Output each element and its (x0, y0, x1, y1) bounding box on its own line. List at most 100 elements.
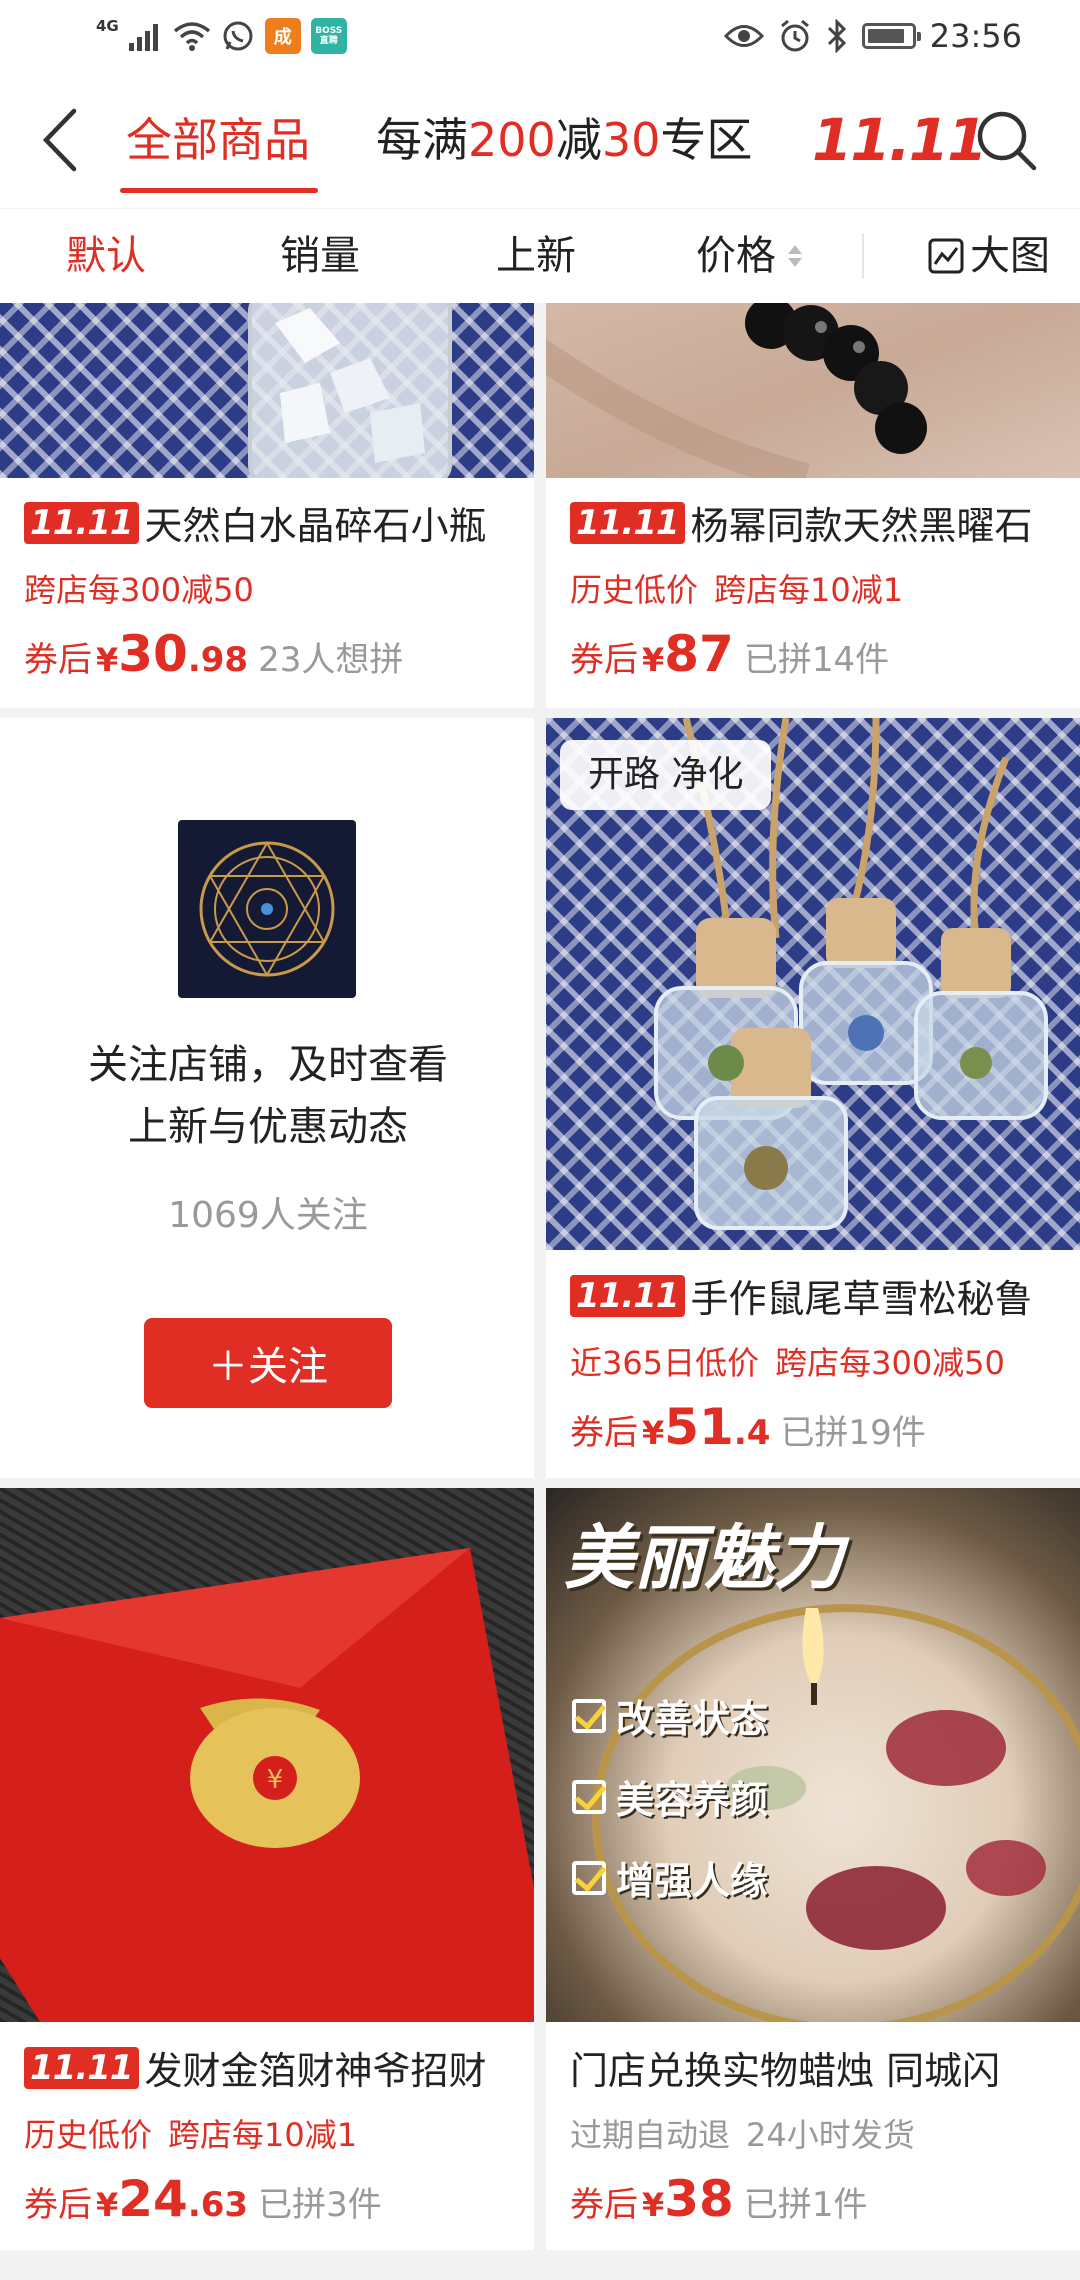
product-title-row: 11.11 发财金箔财神爷招财 (24, 2040, 487, 2095)
product-title-row: 11.11 手作鼠尾草雪松秘鲁 (570, 1268, 1033, 1323)
currency-symbol: ¥ (642, 641, 665, 679)
product-image (0, 303, 534, 478)
product-tag: 近365日低价 (570, 1344, 760, 1382)
product-tag: 跨店每10减1 (168, 2116, 358, 2154)
event-badge: 11.11 (570, 501, 685, 544)
event-1111-logo[interactable]: 11.11 (812, 102, 987, 178)
price-decimal: .98 (187, 640, 249, 680)
search-icon (977, 111, 1037, 171)
store-follower-count: 1069人关注 (168, 1195, 368, 1236)
back-button[interactable] (30, 102, 90, 178)
network-type-label: 4G (96, 17, 119, 35)
group-buy-note: 已拼3件 (258, 2185, 382, 2225)
product-price-row: 券后 ¥ 87 已拼14件 (570, 625, 889, 683)
group-buy-note: 已拼1件 (743, 2185, 868, 2225)
boss-app-icon: BOSS 直聘 (310, 18, 347, 54)
candle-check-label: 美容养颜 (616, 1778, 769, 1822)
tab-all-products[interactable]: 全部商品 (126, 104, 310, 176)
promo-mid: 减 (555, 113, 602, 167)
currency-symbol: ¥ (642, 1414, 665, 1452)
sort-new[interactable]: 上新 (496, 227, 576, 285)
product-tag: 过期自动退 (570, 2116, 731, 2154)
product-title: 杨幂同款天然黑曜石 (690, 504, 1033, 548)
battery-icon (861, 23, 921, 49)
zodiac-wheel-icon (199, 840, 335, 978)
store-follow-card: 关注店铺，及时查看 上新与优惠动态 1069人关注 ＋关注 (0, 718, 534, 1478)
price-prefix: 券后 (24, 640, 92, 680)
product-tags: 历史低价 跨店每10减1 (24, 2110, 357, 2156)
alarm-icon (780, 19, 809, 52)
status-left: 4G 成 BOSS 直聘 (96, 14, 347, 58)
sort-arrows-icon (788, 245, 802, 267)
group-buy-note: 23人想拼 (258, 640, 404, 680)
product-tag: 跨店每300减50 (24, 571, 254, 609)
product-title: 天然白水晶碎石小瓶 (144, 504, 487, 548)
product-image: 美丽魅力 改善状态 美容养颜 增强人缘 (546, 1488, 1080, 2022)
product-image (546, 303, 1080, 478)
obsidian-bracelet-illustration (546, 303, 927, 478)
price-prefix: 券后 (570, 640, 638, 680)
product-card[interactable]: 11.11 天然白水晶碎石小瓶 跨店每300减50 券后 ¥ 30 .98 23… (0, 303, 534, 708)
image-chart-icon (928, 238, 964, 274)
price-decimal: .63 (187, 2185, 249, 2225)
product-price-row: 券后 ¥ 24 .63 已拼3件 (24, 2170, 382, 2228)
crystal-jar-illustration (248, 303, 452, 478)
product-title-row: 门店兑换实物蜡烛 同城闪 (570, 2040, 1000, 2095)
sort-sales[interactable]: 销量 (280, 227, 360, 285)
product-tag: 跨店每300减50 (775, 1344, 1005, 1382)
signal-icon (128, 24, 158, 51)
back-arrow-icon (42, 108, 77, 172)
candle-check-item: 增强人缘 (572, 1850, 768, 1905)
running-app-icon: 成 (264, 18, 301, 54)
event-badge: 11.11 (24, 501, 139, 544)
promo-suffix: 专区 (660, 113, 753, 167)
product-card[interactable]: ¥ 11.11 发财金箔财神爷招财 历史低价 跨店每10减1 券后 ¥ 24 .6… (0, 1488, 534, 2250)
price-integer: 24 (118, 2170, 188, 2228)
product-tag: 历史低价 (24, 2116, 153, 2154)
checkbox-icon (572, 1698, 606, 1733)
image-overlay-tag: 开路 净化 (560, 740, 772, 810)
product-title-row: 11.11 杨幂同款天然黑曜石 (570, 495, 1033, 550)
store-follow-line1: 关注店铺，及时查看 (88, 1042, 448, 1088)
candle-check-label: 增强人缘 (616, 1859, 769, 1903)
group-buy-note: 已拼19件 (780, 1413, 926, 1453)
product-title: 发财金箔财神爷招财 (144, 2049, 487, 2093)
candle-check-label: 改善状态 (616, 1697, 769, 1741)
product-tags: 历史低价 跨店每10减1 (570, 565, 903, 611)
product-title: 门店兑换实物蜡烛 同城闪 (570, 2049, 1001, 2093)
boss-app-line1: BOSS (315, 26, 343, 36)
product-image: 开路 净化 (546, 718, 1080, 1250)
status-bar: 4G 成 BOSS 直聘 23:56 (0, 0, 1080, 72)
store-logo (178, 820, 356, 998)
price-integer: 30 (118, 625, 188, 683)
promo-amount-1: 200 (468, 113, 556, 167)
tab-promo-zone[interactable]: 每满200减30专区 (376, 104, 752, 176)
status-right: 23:56 (723, 14, 1022, 58)
eye-icon (723, 25, 764, 47)
product-card[interactable]: 11.11 杨幂同款天然黑曜石 历史低价 跨店每10减1 券后 ¥ 87 已拼14… (546, 303, 1080, 708)
event-badge: 11.11 (24, 2046, 139, 2089)
product-tag: 跨店每10减1 (714, 571, 904, 609)
search-button[interactable] (970, 104, 1042, 176)
product-card[interactable]: 开路 净化 11.11 手作鼠尾草雪松秘鲁 近365日低价 跨店每300减50 券… (546, 718, 1080, 1478)
product-price-row: 券后 ¥ 38 已拼1件 (570, 2170, 868, 2228)
product-price-row: 券后 ¥ 51 .4 已拼19件 (570, 1398, 926, 1456)
red-envelope-illustration: ¥ (0, 1548, 534, 2022)
product-card[interactable]: 美丽魅力 改善状态 美容养颜 增强人缘 门店兑换实物蜡烛 同城闪 过期自动退 24… (546, 1488, 1080, 2250)
product-price-row: 券后 ¥ 30 .98 23人想拼 (24, 625, 403, 683)
header: 全部商品 每满200减30专区 11.11 (0, 72, 1080, 281)
sort-price[interactable]: 价格 (696, 227, 802, 285)
product-tag: 历史低价 (570, 571, 699, 609)
sort-price-label: 价格 (696, 233, 776, 279)
price-prefix: 券后 (570, 1413, 638, 1453)
sort-default[interactable]: 默认 (66, 227, 146, 285)
big-image-view-toggle[interactable]: 大图 (928, 227, 1050, 285)
price-decimal: .4 (733, 1413, 771, 1453)
store-follow-line2: 上新与优惠动态 (128, 1104, 408, 1150)
follow-store-button[interactable]: ＋关注 (144, 1318, 392, 1408)
tab-active-underline (120, 188, 318, 193)
promo-amount-2: 30 (601, 113, 661, 167)
product-tags: 过期自动退 24小时发货 (570, 2110, 915, 2156)
candle-check-item: 改善状态 (572, 1688, 768, 1743)
price-integer: 38 (664, 2170, 734, 2228)
